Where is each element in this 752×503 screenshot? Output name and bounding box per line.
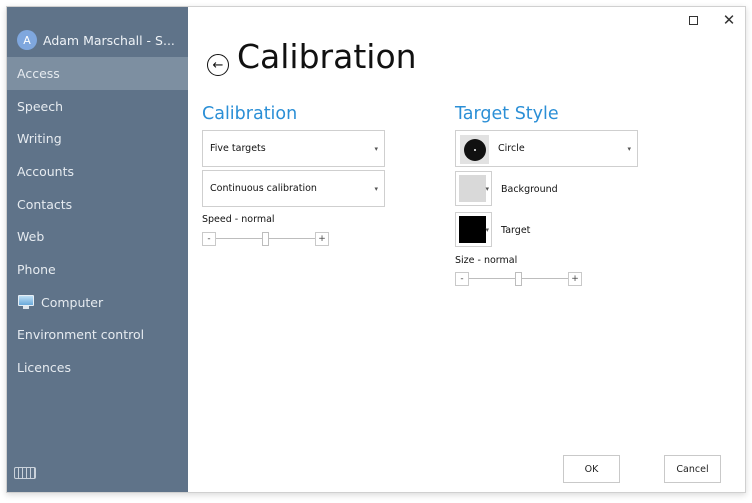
sidebar-item-writing[interactable]: Writing (7, 122, 188, 155)
background-color-picker[interactable]: ▾ (455, 171, 492, 206)
chevron-down-icon: ▾ (627, 145, 631, 153)
sidebar-item-web[interactable]: Web (7, 220, 188, 253)
ok-button[interactable]: OK (563, 455, 620, 483)
sidebar-item-contacts[interactable]: Contacts (7, 188, 188, 221)
size-decrease-button[interactable]: - (455, 272, 469, 286)
target-shape-dropdown[interactable]: Circle ▾ (455, 130, 638, 167)
chevron-down-icon: ▾ (485, 226, 489, 234)
sidebar-item-environment-control[interactable]: Environment control (7, 319, 188, 352)
sidebar-item-phone[interactable]: Phone (7, 253, 188, 286)
sidebar-item-speech[interactable]: Speech (7, 90, 188, 123)
monitor-icon (17, 295, 35, 310)
speed-label: Speed - normal (202, 214, 275, 225)
close-button[interactable]: ✕ (719, 11, 739, 29)
background-label: Background (501, 184, 558, 195)
speed-slider-thumb[interactable] (262, 232, 269, 246)
calibration-heading: Calibration (202, 104, 298, 124)
calibration-mode-value: Continuous calibration (210, 183, 317, 194)
target-color-swatch (459, 216, 486, 243)
size-label: Size - normal (455, 255, 518, 266)
avatar: A (17, 30, 37, 50)
settings-window: A Adam Marschall - S... Access Speech Wr… (6, 6, 746, 493)
targets-dropdown[interactable]: Five targets ▾ (202, 130, 385, 167)
size-increase-button[interactable]: + (568, 272, 582, 286)
sidebar-item-label: Contacts (17, 196, 73, 212)
user-profile[interactable]: A Adam Marschall - S... (17, 29, 175, 51)
sidebar-item-label: Speech (17, 98, 64, 114)
size-slider[interactable]: - + (455, 272, 582, 286)
speed-decrease-button[interactable]: - (202, 232, 216, 246)
sidebar-item-access[interactable]: Access (7, 57, 188, 90)
close-icon: ✕ (722, 11, 736, 29)
sidebar-item-computer[interactable]: Computer (7, 286, 188, 319)
sidebar-item-label: Licences (17, 360, 71, 376)
sidebar-item-label: Writing (17, 131, 62, 147)
sidebar-item-label: Phone (17, 261, 56, 277)
speed-slider[interactable]: - + (202, 232, 329, 246)
maximize-button[interactable] (683, 11, 703, 29)
sidebar-item-label: Access (17, 65, 60, 81)
keyboard-icon[interactable] (14, 467, 36, 479)
speed-increase-button[interactable]: + (315, 232, 329, 246)
targets-dropdown-value: Five targets (210, 143, 266, 154)
target-color-picker[interactable]: ▾ (455, 212, 492, 247)
circle-icon (460, 135, 489, 164)
chevron-down-icon: ▾ (485, 185, 489, 193)
sidebar: A Adam Marschall - S... Access Speech Wr… (7, 7, 188, 492)
sidebar-nav: Access Speech Writing Accounts Contacts … (7, 57, 188, 384)
sidebar-item-accounts[interactable]: Accounts (7, 155, 188, 188)
cancel-button[interactable]: Cancel (664, 455, 721, 483)
sidebar-item-label: Computer (41, 294, 104, 310)
target-shape-value: Circle (498, 143, 525, 154)
back-arrow-icon: ← (212, 57, 224, 73)
background-color-swatch (459, 175, 486, 202)
chevron-down-icon: ▾ (374, 145, 378, 153)
sidebar-item-label: Environment control (17, 327, 145, 343)
user-name: Adam Marschall - S... (43, 32, 175, 48)
chevron-down-icon: ▾ (374, 185, 378, 193)
page-title: Calibration (237, 37, 417, 76)
sidebar-item-licences[interactable]: Licences (7, 351, 188, 384)
size-slider-thumb[interactable] (515, 272, 522, 286)
sidebar-item-label: Accounts (17, 163, 74, 179)
calibration-mode-dropdown[interactable]: Continuous calibration ▾ (202, 170, 385, 207)
sidebar-item-label: Web (17, 229, 45, 245)
target-style-heading: Target Style (455, 104, 559, 124)
back-button[interactable]: ← (207, 54, 229, 76)
maximize-icon (688, 15, 698, 25)
target-label: Target (501, 225, 531, 236)
